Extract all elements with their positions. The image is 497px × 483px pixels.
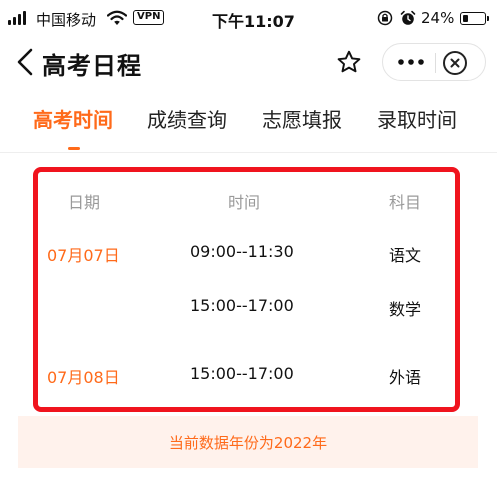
- row-subject: 语文: [389, 246, 422, 265]
- column-header-date: 日期: [68, 193, 101, 212]
- favorite-button[interactable]: [331, 44, 367, 80]
- column-header-subject: 科目: [389, 193, 422, 212]
- back-arrow-icon[interactable]: [14, 47, 36, 77]
- row-time: 15:00--17:00: [190, 364, 294, 383]
- schedule-table: 日期 时间 科目 07月07日 09:00--11:30 语文 15:00--1…: [33, 167, 460, 412]
- alarm-icon: [400, 10, 416, 25]
- tab-bar: 高考时间 成绩查询 志愿填报 录取时间: [0, 96, 497, 152]
- wifi-icon: [107, 10, 127, 25]
- rotation-lock-icon: [377, 10, 393, 26]
- star-icon: [337, 50, 361, 73]
- battery-percentage: 24%: [421, 9, 455, 27]
- data-year-note: 当前数据年份为2022年: [18, 416, 478, 468]
- more-options-button[interactable]: [393, 44, 429, 80]
- row-subject: 数学: [389, 300, 422, 319]
- column-header-time: 时间: [228, 193, 261, 212]
- row-subject: 外语: [389, 368, 422, 387]
- battery-icon: [460, 12, 489, 25]
- close-icon: [450, 58, 460, 68]
- clock: 下午11:07: [212, 12, 295, 31]
- signal-icon: [8, 11, 26, 25]
- mini-program-capsule: [382, 43, 486, 81]
- vpn-badge: VPN: [133, 10, 165, 25]
- more-dots-icon: [398, 59, 424, 65]
- row-time: 15:00--17:00: [190, 296, 294, 315]
- battery-fill: [462, 14, 468, 22]
- capsule-divider: [435, 53, 436, 73]
- data-year-text: 当前数据年份为2022年: [168, 433, 328, 452]
- tab-application[interactable]: 志愿填报: [262, 104, 342, 133]
- page-title: 高考日程: [42, 52, 142, 80]
- tab-exam-time[interactable]: 高考时间: [33, 104, 113, 133]
- status-bar: 中国移动 VPN 下午11:07 24%: [0, 0, 497, 36]
- active-tab-indicator: [68, 147, 80, 150]
- carrier-name: 中国移动: [36, 11, 97, 29]
- close-button[interactable]: [443, 51, 467, 75]
- tab-score-query[interactable]: 成绩查询: [147, 104, 227, 133]
- tab-divider: [0, 152, 497, 153]
- row-time: 09:00--11:30: [190, 242, 294, 261]
- nav-bar: 高考日程: [0, 36, 497, 88]
- tab-admission-time[interactable]: 录取时间: [377, 104, 457, 133]
- row-date: 07月08日: [47, 368, 120, 387]
- row-date: 07月07日: [47, 246, 120, 265]
